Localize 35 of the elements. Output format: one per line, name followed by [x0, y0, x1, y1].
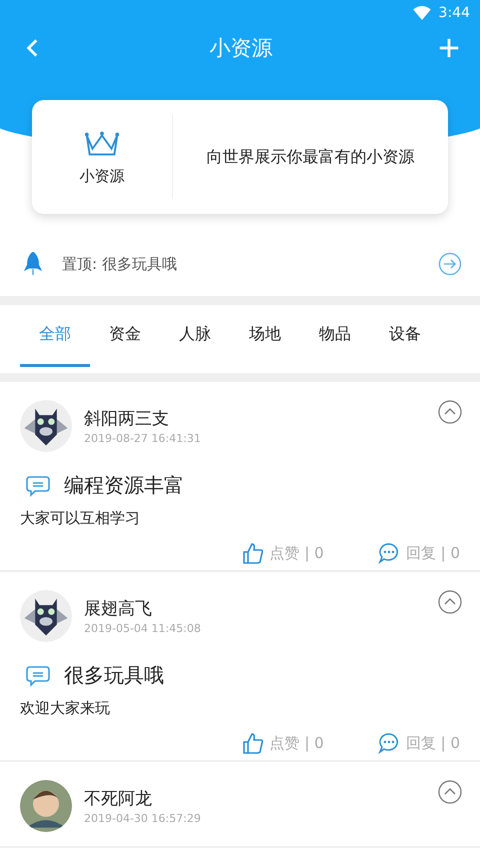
chevron-up-icon[interactable]	[438, 780, 462, 804]
wifi-icon	[412, 6, 431, 20]
chevron-up-icon[interactable]	[438, 400, 462, 424]
page-title: 小资源	[210, 35, 272, 62]
crown-icon	[83, 128, 121, 158]
post-title: 很多玩具哦	[64, 662, 164, 689]
post-time: 2019-04-30 16:57:29	[84, 812, 202, 825]
message-icon	[26, 474, 50, 496]
post-title: 编程资源丰富	[64, 472, 184, 499]
category-tab[interactable]: 场地	[230, 305, 300, 367]
user-name: 不死阿龙	[84, 788, 153, 810]
post-time: 2019-08-27 16:41:31	[84, 432, 202, 445]
card-label: 小资源	[80, 166, 124, 186]
thumbs-up-icon	[242, 542, 264, 564]
speech-bubble-icon	[378, 732, 400, 754]
speech-bubble-icon	[378, 542, 400, 564]
card-slogan: 向世界展示你最富有的小资源	[206, 146, 414, 166]
user-name: 斜阳两三支	[84, 408, 170, 430]
arrow-right-icon[interactable]	[438, 252, 462, 276]
add-icon[interactable]	[438, 37, 460, 59]
category-tab[interactable]: 物品	[300, 305, 370, 367]
post-time: 2019-05-04 11:45:08	[84, 622, 202, 635]
chevron-up-icon[interactable]	[438, 590, 462, 614]
message-icon	[26, 664, 50, 686]
category-tab[interactable]: 资金	[90, 305, 160, 367]
rocket-icon	[24, 252, 42, 276]
post-body: 欢迎大家来玩	[20, 699, 111, 718]
category-tab[interactable]: 设备	[370, 305, 440, 367]
status-time: 3:44	[438, 5, 470, 21]
pinned-post[interactable]: 置顶: 很多玩具哦	[62, 254, 438, 274]
user-name: 展翅高飞	[84, 598, 153, 620]
post-body: 大家可以互相学习	[20, 509, 141, 528]
category-tab[interactable]: 全部	[20, 305, 90, 367]
thumbs-up-icon	[242, 732, 264, 754]
category-tab[interactable]: 人脉	[160, 305, 230, 367]
